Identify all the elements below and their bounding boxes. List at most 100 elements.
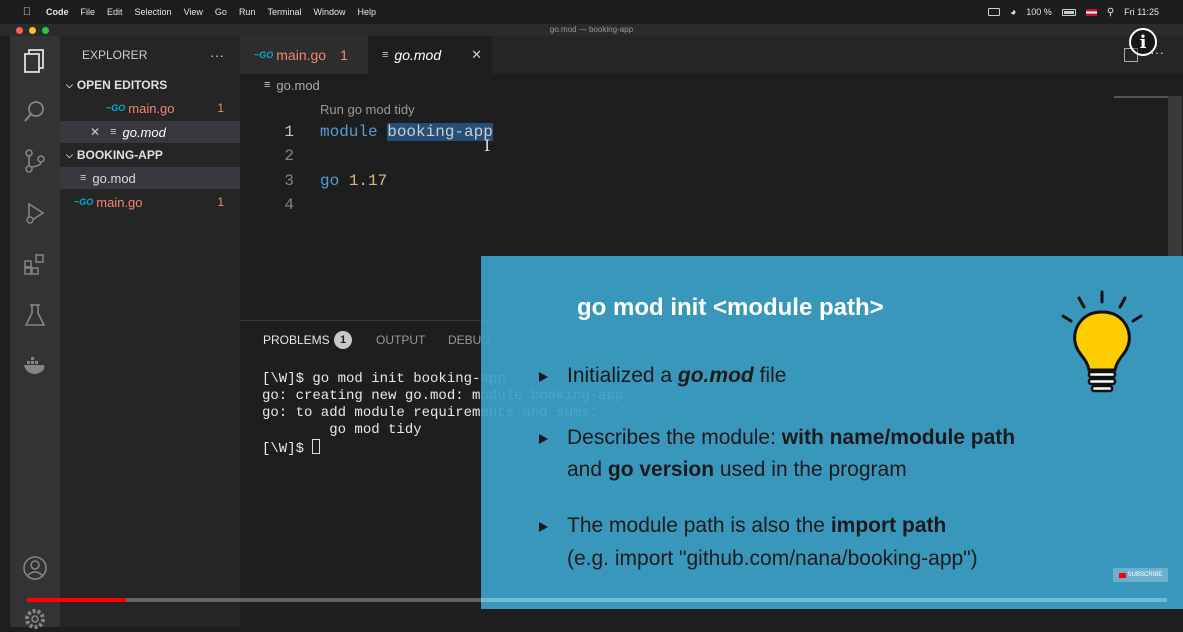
wifi-icon[interactable]: ◕ <box>1010 7 1016 18</box>
explorer-icon[interactable] <box>22 48 48 74</box>
tutorial-slide-overlay: go mod init <module path> Initialized a … <box>481 256 1183 609</box>
info-icon[interactable]: i <box>1129 28 1157 56</box>
video-progress-played <box>27 598 127 602</box>
file-go-mod[interactable]: ≡ go.mod <box>60 167 240 189</box>
subscribe-label: SUBSCRIBE <box>1127 572 1163 578</box>
file-main-go[interactable]: ~GO main.go 1 <box>60 191 240 213</box>
tab-go-mod[interactable]: ≡ go.mod ✕ <box>368 36 492 74</box>
tab-output[interactable]: OUTPUT <box>376 333 425 347</box>
bullet-3-l1-bold: import path <box>830 514 947 537</box>
bullet-3 <box>539 515 566 539</box>
file-lines-icon: ≡ <box>80 172 87 184</box>
menu-edit[interactable]: Edit <box>107 7 123 17</box>
file-lines-icon: ≡ <box>264 79 271 91</box>
code-line-3[interactable]: go 1.17 <box>320 172 387 190</box>
battery-text: 100 % <box>1026 7 1052 17</box>
close-tab-icon[interactable]: ✕ <box>471 47 482 63</box>
go-file-icon: ~GO <box>106 103 126 113</box>
activity-strip <box>0 36 10 627</box>
minimize-window-button[interactable] <box>29 27 36 34</box>
explorer-header: EXPLORER ··· <box>60 44 240 66</box>
menu-run[interactable]: Run <box>239 7 256 17</box>
open-editors-label: OPEN EDITORS <box>76 78 168 92</box>
video-progress-bar[interactable] <box>27 598 1167 602</box>
tab-problems[interactable]: PROBLEMS <box>263 333 330 347</box>
keyword-go: go <box>320 172 340 190</box>
module-name: booking-app <box>387 123 493 141</box>
file-lines-icon: ≡ <box>110 126 117 138</box>
terminal-prompt-text: [\W]$ <box>262 441 313 457</box>
explorer-title: EXPLORER <box>82 48 148 62</box>
extensions-icon[interactable] <box>22 251 48 277</box>
window-titlebar: go.mod — booking-app <box>0 24 1183 36</box>
line-number: 2 <box>284 147 294 165</box>
menu-terminal[interactable]: Terminal <box>267 7 301 17</box>
breadcrumb[interactable]: ≡ go.mod <box>264 76 320 94</box>
screen-record-icon[interactable] <box>988 8 1001 16</box>
terminal-line: [\W]$ go mod init booking-app <box>262 371 506 387</box>
open-editor-main-go[interactable]: ~GO main.go 1 <box>60 97 240 119</box>
input-source-icon[interactable] <box>1085 8 1097 16</box>
menu-app[interactable]: Code <box>46 7 69 17</box>
keyword-module: module <box>320 123 378 141</box>
tab-error-badge: 1 <box>340 47 348 63</box>
terminal-line: go mod tidy <box>262 422 422 438</box>
testing-flask-icon[interactable] <box>22 302 48 328</box>
file-go-mod-label: go.mod <box>92 170 136 186</box>
account-icon[interactable] <box>22 555 48 581</box>
codelens-run-go-mod-tidy[interactable]: Run go mod tidy <box>320 102 415 117</box>
project-label: BOOKING-APP <box>76 148 163 162</box>
bullet-2-l2-post: used in the program <box>714 458 907 481</box>
menu-help[interactable]: Help <box>357 7 376 17</box>
tab-main-go-label: main.go <box>276 47 327 63</box>
menu-file[interactable]: File <box>81 7 96 17</box>
close-editor-icon[interactable]: ✕ <box>90 125 100 139</box>
menu-view[interactable]: View <box>184 7 203 17</box>
terminal-cursor <box>312 439 321 454</box>
bullet-2-l1-pre: Describes the module: <box>567 426 782 449</box>
bullet-arrow-icon <box>539 434 548 445</box>
terminal-prompt[interactable]: [\W]$ <box>262 439 321 457</box>
error-badge: 1 <box>217 101 224 115</box>
chevron-down-icon: ⌵ <box>66 149 73 160</box>
play-icon <box>1118 572 1126 578</box>
breadcrumb-file[interactable]: go.mod <box>276 78 319 93</box>
line-number: 1 <box>284 123 294 141</box>
minimap-marker <box>1114 96 1168 98</box>
battery-icon[interactable] <box>1061 8 1076 16</box>
tab-main-go[interactable]: ~GO main.go 1 <box>240 36 368 74</box>
menu-selection[interactable]: Selection <box>135 7 172 17</box>
lightbulb-icon <box>1057 288 1147 398</box>
go-file-icon: ~GO <box>74 197 94 207</box>
booking-app-section[interactable]: ⌵ BOOKING-APP <box>60 144 240 166</box>
search-icon[interactable] <box>22 98 48 124</box>
file-main-go-label: main.go <box>96 194 143 210</box>
clock[interactable]: Fri 11:25 <box>1124 7 1159 17</box>
open-editor-go-mod-label: go.mod <box>122 124 166 140</box>
close-window-button[interactable] <box>16 27 23 34</box>
run-debug-icon[interactable] <box>22 200 48 226</box>
activity-bar <box>0 36 60 629</box>
menu-window[interactable]: Window <box>313 7 345 17</box>
maximize-window-button[interactable] <box>42 27 49 34</box>
menu-go[interactable]: Go <box>215 7 227 17</box>
more-actions-icon[interactable]: ··· <box>210 47 224 63</box>
bullet-2-line-2: and go version used in the program <box>567 458 907 482</box>
apple-icon[interactable]:  <box>20 5 34 19</box>
bullet-1-pre: Initialized a <box>567 364 678 387</box>
go-version: 1.17 <box>348 172 388 190</box>
code-line-1[interactable]: module booking-app <box>320 123 493 141</box>
spotlight-icon[interactable]: ⚲ <box>1107 7 1114 18</box>
subscribe-button[interactable]: SUBSCRIBE <box>1113 568 1168 582</box>
macos-menubar:  Code File Edit Selection View Go Run T… <box>0 0 1183 24</box>
editor-scrollbar[interactable] <box>1168 96 1182 256</box>
go-file-icon: ~GO <box>254 50 274 60</box>
source-control-icon[interactable] <box>22 148 48 174</box>
bullet-2-line-1: Describes the module: with name/module p… <box>567 426 1015 450</box>
open-editors-section[interactable]: ⌵ OPEN EDITORS <box>60 74 240 96</box>
open-editor-go-mod[interactable]: ✕ ≡ go.mod <box>60 121 240 143</box>
problems-count-badge: 1 <box>334 331 352 349</box>
settings-gear-icon[interactable] <box>22 606 48 632</box>
bullet-2-l2-pre: and <box>567 458 608 481</box>
docker-icon[interactable] <box>22 352 48 378</box>
